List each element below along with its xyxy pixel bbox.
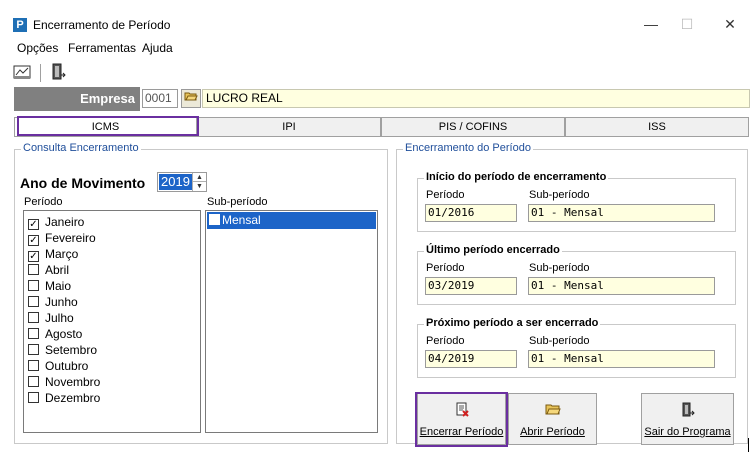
periodo-list-label: Período (24, 196, 63, 208)
checkbox-dezembro[interactable] (28, 392, 39, 403)
tab-ipi[interactable]: IPI (197, 117, 381, 137)
close-period-icon (418, 402, 505, 420)
inicio-periodo-field: 01/2016 (425, 204, 517, 222)
report-icon[interactable] (12, 63, 32, 81)
month-item-dezembro[interactable]: Dezembro (28, 390, 100, 406)
checkbox-agosto[interactable] (28, 328, 39, 339)
encerrar-periodo-label: Encerrar Período (419, 426, 504, 438)
encerramento-group-title: Encerramento do Período (403, 142, 533, 154)
menu-ferramentas[interactable]: Ferramentas (68, 41, 136, 55)
menu-opcoes[interactable]: Opções (17, 41, 58, 55)
ultimo-periodo-field: 03/2019 (425, 277, 517, 295)
empresa-name-field: LUCRO REAL (202, 89, 750, 108)
sair-do-programa-button[interactable]: Sair do Programa (641, 393, 734, 445)
window-title: Encerramento de Período (33, 18, 171, 32)
spin-up-icon[interactable]: ▲ (192, 173, 206, 182)
subperiodo-list-label: Sub-período (207, 196, 268, 208)
exit-door-icon (642, 402, 733, 420)
open-folder-icon (509, 402, 596, 420)
proximo-subperiodo-field: 01 - Mensal (528, 350, 715, 368)
maximize-button[interactable]: ☐ (672, 14, 702, 34)
ano-movimento-spinner[interactable]: 2019 ▲ ▼ (157, 172, 207, 192)
empresa-label: Empresa (14, 87, 140, 111)
ano-movimento-value[interactable]: 2019 (159, 174, 192, 190)
proximo-group-title: Próximo período a ser encerrado (424, 317, 601, 329)
abrir-periodo-label: Abrir Período (520, 426, 585, 438)
app-icon: P (13, 18, 27, 32)
inicio-periodo-label: Período (426, 189, 465, 201)
month-item-setembro[interactable]: Setembro (28, 342, 97, 358)
tab-iss[interactable]: ISS (565, 117, 749, 137)
menu-bar: Opções Ferramentas Ajuda (0, 38, 752, 58)
checkbox-maio[interactable] (28, 280, 39, 291)
checkbox-outubro[interactable] (28, 360, 39, 371)
ultimo-group-title: Último período encerrado (424, 244, 562, 256)
checkbox-novembro[interactable] (28, 376, 39, 387)
periodo-listbox[interactable]: ✓ Janeiro ✓ Fevereiro ✓ Março Abril Maio Ju… (23, 210, 201, 433)
month-item-julho[interactable]: Julho (28, 310, 74, 326)
month-item-agosto[interactable]: Agosto (28, 326, 82, 342)
exit-door-icon[interactable] (48, 63, 68, 81)
close-button[interactable]: ✕ (715, 14, 745, 34)
inicio-group-title: Início do período de encerramento (424, 171, 609, 183)
ano-movimento-label: Ano de Movimento (20, 175, 146, 191)
checkbox-janeiro[interactable]: ✓ (28, 219, 39, 230)
month-item-fevereiro[interactable]: ✓ Fevereiro (28, 230, 96, 246)
encerrar-periodo-button[interactable]: Encerrar Período (417, 393, 506, 445)
tab-icms[interactable]: ICMS (14, 117, 197, 137)
inicio-subperiodo-field: 01 - Mensal (528, 204, 715, 222)
subperiodo-item-mensal[interactable]: Mensal (207, 212, 376, 229)
checkbox-julho[interactable] (28, 312, 39, 323)
text-cursor (748, 438, 749, 452)
ultimo-subperiodo-label: Sub-período (529, 262, 590, 274)
abrir-periodo-button[interactable]: Abrir Período (508, 393, 597, 445)
consulta-group-title: Consulta Encerramento (21, 142, 141, 154)
proximo-periodo-label: Período (426, 335, 465, 347)
tab-pis-cofins[interactable]: PIS / COFINS (381, 117, 565, 137)
checkbox-junho[interactable] (28, 296, 39, 307)
ultimo-subperiodo-field: 01 - Mensal (528, 277, 715, 295)
menu-ajuda[interactable]: Ajuda (142, 41, 173, 55)
checkbox-mensal[interactable] (209, 214, 220, 225)
title-bar: P Encerramento de Período — ☐ ✕ (0, 0, 752, 38)
toolbar-separator (40, 64, 41, 82)
checkbox-marco[interactable]: ✓ (28, 251, 39, 262)
empresa-code-input[interactable]: 0001 (142, 89, 178, 108)
ultimo-periodo-label: Período (426, 262, 465, 274)
inicio-subperiodo-label: Sub-período (529, 189, 590, 201)
empresa-bar: Empresa 0001 LUCRO REAL (0, 87, 752, 111)
tab-strip: ICMS IPI PIS / COFINS ISS (14, 117, 749, 137)
month-item-marco[interactable]: ✓ Março (28, 246, 78, 262)
month-item-janeiro[interactable]: ✓ Janeiro (28, 214, 84, 230)
proximo-subperiodo-label: Sub-período (529, 335, 590, 347)
checkbox-setembro[interactable] (28, 344, 39, 355)
month-item-outubro[interactable]: Outubro (28, 358, 88, 374)
subperiodo-listbox[interactable]: Mensal (205, 210, 378, 433)
sair-do-programa-label: Sair do Programa (644, 426, 731, 438)
toolbar (0, 58, 752, 86)
checkbox-fevereiro[interactable]: ✓ (28, 235, 39, 246)
open-folder-icon[interactable] (181, 89, 201, 108)
spin-down-icon[interactable]: ▼ (192, 182, 206, 191)
month-item-abril[interactable]: Abril (28, 262, 69, 278)
minimize-button[interactable]: — (636, 14, 666, 34)
month-item-junho[interactable]: Junho (28, 294, 78, 310)
proximo-periodo-field: 04/2019 (425, 350, 517, 368)
checkbox-abril[interactable] (28, 264, 39, 275)
month-item-maio[interactable]: Maio (28, 278, 71, 294)
month-item-novembro[interactable]: Novembro (28, 374, 100, 390)
